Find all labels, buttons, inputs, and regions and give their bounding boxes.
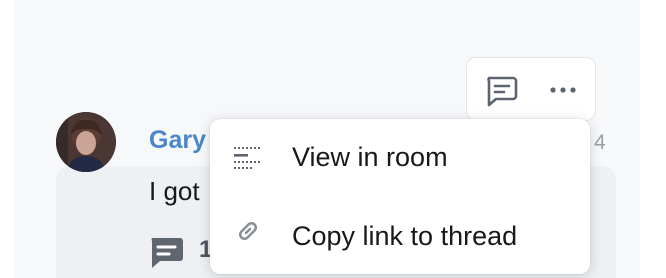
message-action-bar bbox=[466, 57, 596, 121]
menu-item-label: View in room bbox=[292, 142, 448, 172]
message-timestamp: 4 bbox=[594, 131, 606, 154]
view-in-room-icon bbox=[234, 147, 260, 169]
menu-item-copy-link[interactable]: Copy link to thread bbox=[210, 197, 590, 275]
thread-summary-icon[interactable] bbox=[148, 234, 184, 270]
reply-in-thread-button[interactable] bbox=[477, 68, 525, 112]
more-options-icon bbox=[550, 87, 576, 93]
avatar[interactable] bbox=[56, 112, 116, 172]
menu-item-view-in-room[interactable]: View in room bbox=[210, 119, 590, 197]
more-options-button[interactable] bbox=[539, 68, 587, 112]
message-body: I got bbox=[149, 176, 200, 206]
left-margin bbox=[0, 0, 14, 278]
right-margin bbox=[640, 0, 666, 278]
sender-name[interactable]: Gary bbox=[149, 126, 206, 155]
menu-item-label: Copy link to thread bbox=[292, 221, 518, 251]
thread-context-menu: View in room Copy link to thread bbox=[210, 119, 590, 274]
link-icon bbox=[238, 221, 258, 241]
thread-icon bbox=[487, 76, 518, 107]
